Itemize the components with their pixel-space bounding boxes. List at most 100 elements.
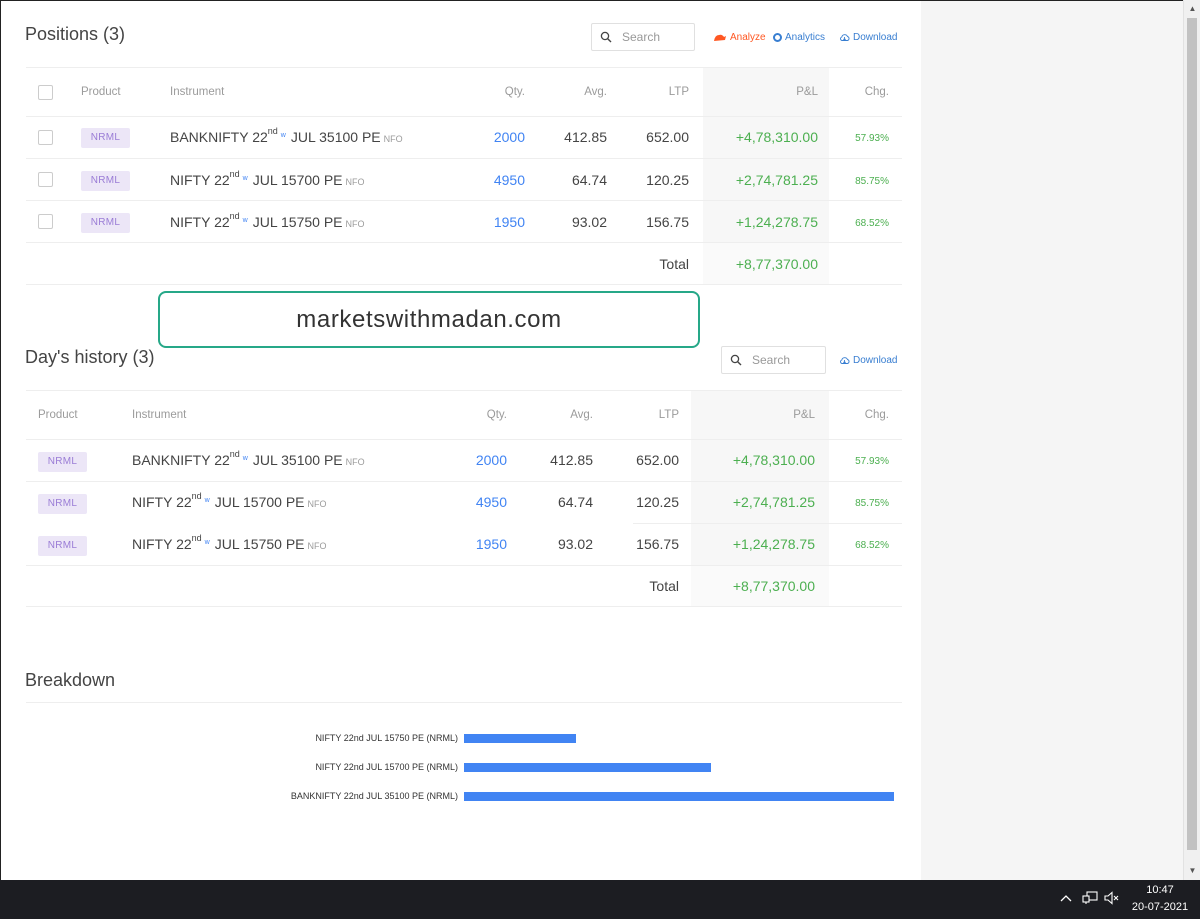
row-checkbox[interactable] (38, 172, 53, 187)
qty-cell: 2000 (493, 129, 525, 145)
bar-label: NIFTY 22nd JUL 15700 PE (NRML) (315, 762, 458, 772)
ltp-cell: 156.75 (646, 214, 689, 230)
right-panel (921, 0, 1183, 880)
download-label: Download (853, 32, 898, 43)
pnl-cell: +4,78,310.00 (735, 129, 818, 145)
avg-cell: 93.02 (571, 214, 607, 230)
chg-cell: 57.93% (855, 133, 889, 144)
col-instrument: Instrument (132, 409, 187, 421)
chg-cell: 85.75% (855, 176, 889, 187)
instrument-cell[interactable]: NIFTY 22nd w JUL 15700 PE NFO (132, 491, 327, 510)
bar[interactable] (464, 734, 576, 743)
col-chg: Chg. (864, 409, 889, 421)
cloud-download-icon (840, 34, 850, 41)
weekly-marker: w (242, 175, 248, 182)
col-qty: Qty. (504, 86, 525, 98)
bar[interactable] (464, 763, 711, 772)
weekly-marker: w (242, 217, 248, 224)
ltp-cell: 120.25 (646, 172, 689, 188)
instrument-cell[interactable]: NIFTY 22nd w JUL 15750 PE NFO (170, 211, 365, 230)
col-product: Product (38, 409, 78, 421)
analytics-link[interactable]: Analytics (773, 32, 825, 43)
download-label: Download (853, 355, 898, 366)
ltp-cell: 156.75 (636, 536, 679, 552)
analyze-link[interactable]: Analyze (713, 32, 766, 43)
avg-cell: 412.85 (564, 129, 607, 145)
chg-cell: 57.93% (855, 456, 889, 467)
chg-cell: 85.75% (855, 498, 889, 509)
history-search-input[interactable] (752, 351, 818, 369)
ltp-cell: 652.00 (646, 129, 689, 145)
cloud-download-icon (840, 357, 850, 364)
col-pnl: P&L (796, 86, 818, 98)
ltp-cell: 120.25 (636, 494, 679, 510)
network-icon[interactable] (1082, 891, 1098, 905)
positions-total-label: Total (659, 256, 689, 272)
main-panel: Positions (3) Analyze Analytics Download… (0, 0, 921, 880)
scroll-down-icon[interactable]: ▼ (1184, 862, 1200, 879)
watermark-banner: marketswithmadan.com (158, 291, 700, 348)
pnl-cell: +2,74,781.25 (732, 494, 815, 510)
search-icon (600, 31, 612, 43)
instrument-cell[interactable]: BANKNIFTY 22nd w JUL 35100 PE NFO (132, 449, 365, 468)
scroll-up-icon[interactable]: ▲ (1184, 0, 1200, 17)
scrollbar[interactable]: ▲ ▼ (1183, 0, 1200, 880)
positions-total-value: +8,77,370.00 (735, 256, 818, 272)
breakdown-title: Breakdown (25, 670, 116, 690)
product-badge: NRML (81, 171, 130, 191)
qty-cell: 1950 (475, 536, 507, 552)
analytics-icon (773, 33, 782, 42)
pnl-cell: +2,74,781.25 (735, 172, 818, 188)
col-ltp: LTP (668, 86, 689, 98)
product-badge: NRML (81, 128, 130, 148)
weekly-marker: w (280, 132, 286, 139)
analytics-label: Analytics (785, 32, 826, 43)
volume-muted-icon[interactable] (1104, 891, 1120, 905)
avg-cell: 93.02 (557, 536, 593, 552)
analyze-icon (714, 34, 726, 41)
col-instrument: Instrument (170, 86, 225, 98)
bar[interactable] (464, 792, 894, 801)
qty-cell: 2000 (475, 452, 507, 468)
col-product: Product (81, 86, 121, 98)
chg-cell: 68.52% (855, 218, 889, 229)
bar-label: NIFTY 22nd JUL 15750 PE (NRML) (315, 733, 458, 743)
history-total-value: +8,77,370.00 (732, 578, 815, 594)
avg-cell: 64.74 (557, 494, 593, 510)
history-total-label: Total (649, 578, 679, 594)
scroll-thumb[interactable] (1187, 18, 1197, 850)
product-badge: NRML (38, 452, 87, 472)
taskbar-date[interactable]: 20-07-2021 (1130, 901, 1190, 913)
instrument-cell[interactable]: NIFTY 22nd w JUL 15750 PE NFO (132, 533, 327, 552)
positions-search[interactable] (591, 23, 695, 51)
instrument-cell[interactable]: BANKNIFTY 22nd w JUL 35100 PE NFO (170, 126, 403, 145)
pnl-cell: +1,24,278.75 (735, 214, 818, 230)
taskbar-time[interactable]: 10:47 (1130, 884, 1190, 896)
weekly-marker: w (204, 539, 210, 546)
product-badge: NRML (81, 213, 130, 233)
qty-cell: 1950 (493, 214, 525, 230)
positions-search-input[interactable] (622, 28, 688, 46)
pnl-cell: +4,78,310.00 (732, 452, 815, 468)
positions-download-link[interactable]: Download (839, 32, 897, 43)
product-badge: NRML (38, 536, 87, 556)
col-pnl: P&L (793, 409, 815, 421)
analyze-label: Analyze (730, 32, 766, 43)
taskbar: 10:47 20-07-2021 (0, 880, 1200, 919)
weekly-marker: w (242, 455, 248, 462)
search-icon (730, 354, 742, 366)
row-checkbox[interactable] (38, 214, 53, 229)
col-qty: Qty. (486, 409, 507, 421)
col-chg: Chg. (864, 86, 889, 98)
row-checkbox[interactable] (38, 130, 53, 145)
history-title: Day's history (3) (25, 347, 155, 367)
qty-cell: 4950 (475, 494, 507, 510)
col-ltp: LTP (658, 409, 679, 421)
instrument-cell[interactable]: NIFTY 22nd w JUL 15700 PE NFO (170, 169, 365, 188)
select-all-checkbox[interactable] (38, 85, 53, 100)
history-download-link[interactable]: Download (839, 355, 897, 366)
history-search[interactable] (721, 346, 826, 374)
chevron-up-icon[interactable] (1060, 894, 1072, 902)
ltp-cell: 652.00 (636, 452, 679, 468)
avg-cell: 64.74 (571, 172, 607, 188)
